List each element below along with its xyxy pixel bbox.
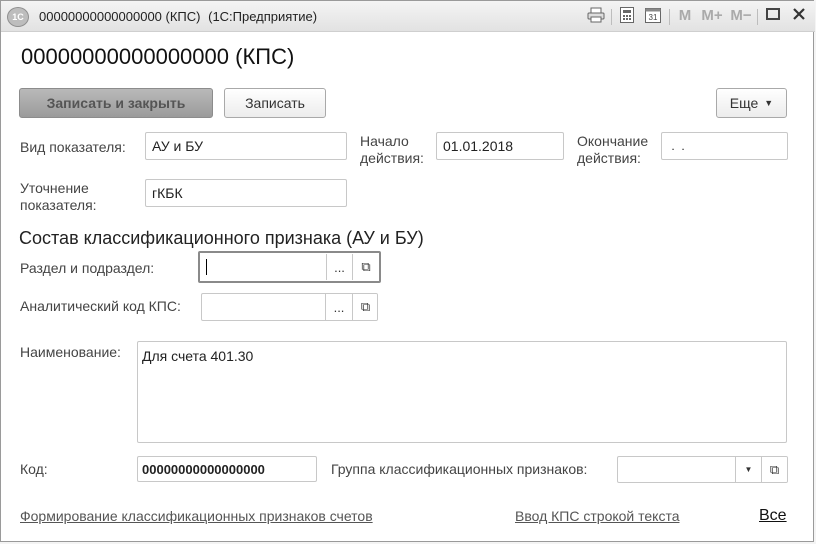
clarification-label: Уточнение показателя:: [20, 180, 97, 214]
memory-m-button[interactable]: M: [677, 7, 693, 25]
name-label: Наименование:: [20, 344, 121, 360]
analytic-code-label: Аналитический код КПС:: [20, 298, 181, 314]
select-button[interactable]: ...: [326, 254, 352, 280]
form-window: 1С 00000000000000000 (КПС) (1С:Предприят…: [0, 0, 815, 542]
start-label-line2: действия:: [360, 150, 424, 166]
clarification-label-line2: показателя:: [20, 197, 97, 213]
analytic-code-field[interactable]: ... ⧉: [201, 293, 378, 321]
start-label: Начало действия:: [360, 133, 424, 167]
name-textarea[interactable]: Для счета 401.30: [137, 341, 787, 443]
end-date-field[interactable]: . .: [661, 132, 788, 160]
text-cursor: [206, 259, 207, 278]
page-title: 00000000000000000 (КПС): [21, 44, 295, 69]
window-title: 00000000000000000 (КПС) (1С:Предприятие): [39, 9, 317, 24]
toolbar-separator: [757, 9, 758, 25]
kind-label: Вид показателя:: [20, 139, 126, 155]
end-label: Окончание действия:: [577, 133, 648, 167]
more-label: Еще: [729, 95, 759, 111]
input-kps-text-link[interactable]: Ввод КПС строкой текста: [515, 508, 680, 524]
section-subsection-label: Раздел и подраздел:: [20, 260, 155, 276]
end-label-line1: Окончание: [577, 133, 649, 149]
app-logo[interactable]: 1С: [7, 7, 29, 27]
code-label: Код:: [20, 461, 48, 477]
close-icon[interactable]: [789, 7, 809, 25]
toolbar-separator: [669, 9, 670, 25]
calendar-icon[interactable]: 31: [643, 7, 663, 25]
open-icon[interactable]: ⧉: [761, 457, 787, 482]
toolbar-separator: [611, 9, 612, 25]
save-button[interactable]: Записать: [224, 88, 326, 118]
end-label-line2: действия:: [577, 150, 641, 166]
form-classification-link[interactable]: Формирование классификационных признаков…: [20, 508, 373, 524]
group-field[interactable]: ▼ ⧉: [617, 456, 788, 483]
chevron-down-icon[interactable]: ▼: [735, 457, 761, 482]
window-title-text: 00000000000000000 (КПС): [39, 9, 201, 24]
maximize-icon[interactable]: [763, 7, 783, 25]
print-icon[interactable]: [585, 7, 607, 25]
window-app-name: (1С:Предприятие): [208, 9, 318, 24]
kind-field[interactable]: АУ и БУ: [145, 132, 347, 160]
chevron-down-icon: ▼: [764, 98, 774, 108]
calculator-icon[interactable]: [617, 7, 637, 25]
group-label: Группа классификационных признаков:: [331, 461, 588, 477]
section-title: Состав классификационного признака (АУ и…: [19, 228, 424, 248]
all-link[interactable]: Все: [759, 507, 787, 525]
clarification-field[interactable]: гКБК: [145, 179, 347, 207]
section-subsection-field[interactable]: ... ⧉: [198, 251, 381, 283]
memory-plus-button[interactable]: M+: [699, 7, 725, 25]
clarification-label-line1: Уточнение: [20, 180, 89, 196]
start-label-line1: Начало: [360, 133, 409, 149]
more-menu-button[interactable]: Еще ▼: [716, 88, 787, 118]
svg-text:31: 31: [649, 13, 658, 22]
start-date-field[interactable]: 01.01.2018: [436, 132, 564, 160]
memory-minus-button[interactable]: M−: [728, 7, 754, 25]
title-bar: 1С 00000000000000000 (КПС) (1С:Предприят…: [1, 1, 815, 32]
save-and-close-button[interactable]: Записать и закрыть: [19, 88, 213, 118]
open-icon[interactable]: ⧉: [352, 254, 379, 280]
select-button[interactable]: ...: [325, 294, 352, 320]
code-field[interactable]: 00000000000000000: [137, 456, 317, 482]
open-icon[interactable]: ⧉: [352, 294, 377, 320]
